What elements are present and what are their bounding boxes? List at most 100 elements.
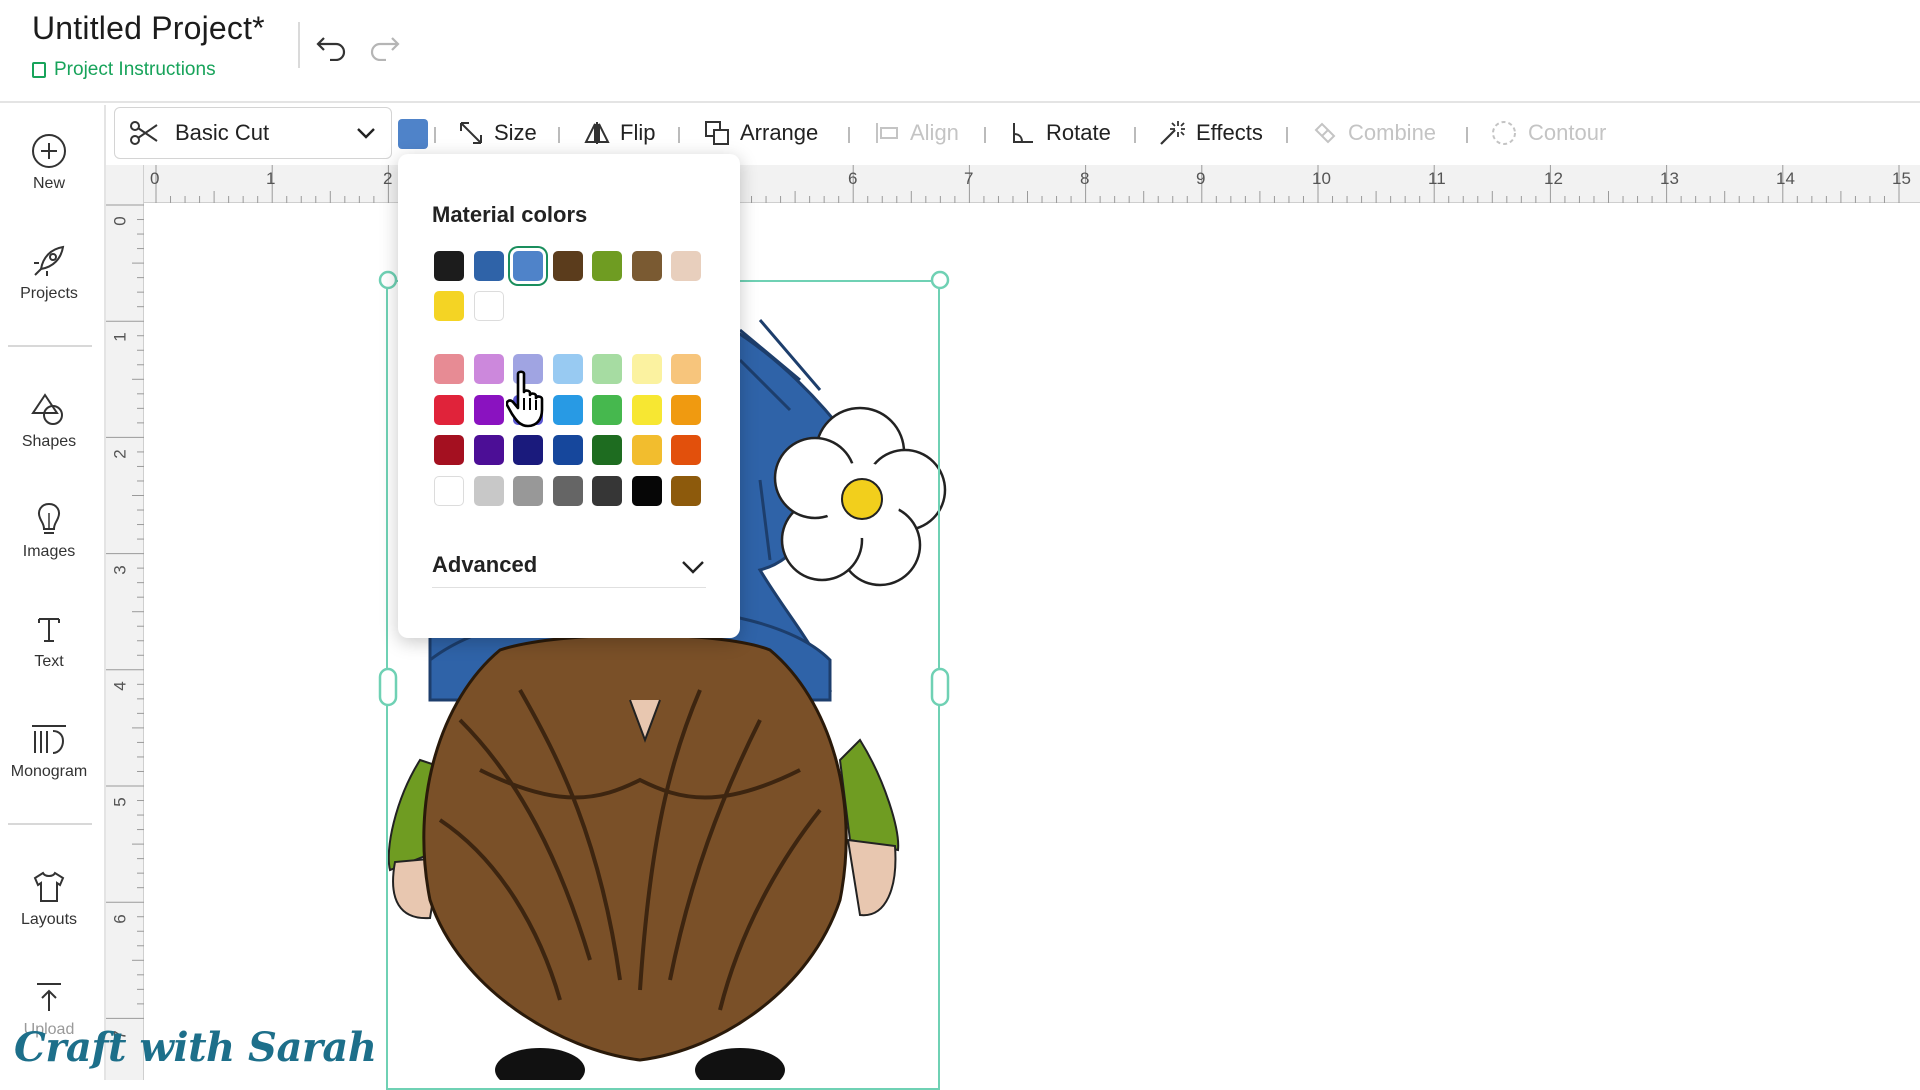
- chevron-down-icon: [682, 561, 704, 574]
- color-picker-popover: Material colors Advanced: [398, 154, 740, 638]
- palette-color-swatch[interactable]: [434, 354, 464, 384]
- undo-icon: [316, 37, 346, 61]
- ruler-label: 3: [110, 565, 130, 575]
- ruler-label: 1: [110, 332, 130, 342]
- align-button[interactable]: Align: [874, 115, 959, 151]
- lightbulb-icon: [38, 502, 60, 534]
- palette-color-swatch[interactable]: [434, 475, 464, 506]
- scissors-icon: [130, 121, 158, 145]
- sidebar-item-monogram[interactable]: Monogram: [0, 719, 98, 781]
- palette-color-swatch[interactable]: [592, 394, 622, 425]
- palette-color-swatch[interactable]: [671, 394, 701, 425]
- watermark: Craft with Sarah: [14, 1024, 377, 1071]
- combine-button[interactable]: Combine: [1312, 115, 1436, 151]
- effects-button[interactable]: Effects: [1158, 115, 1263, 151]
- palette-color-swatch[interactable]: [552, 475, 583, 506]
- palette-color-swatch[interactable]: [434, 394, 464, 425]
- project-instructions-label: Project Instructions: [54, 59, 216, 80]
- palette-color-swatch[interactable]: [473, 394, 504, 425]
- material-color-swatch[interactable]: [552, 251, 583, 281]
- project-instructions-link[interactable]: Project Instructions: [32, 59, 216, 81]
- palette-color-swatch[interactable]: [473, 475, 504, 506]
- undo-button[interactable]: [312, 28, 352, 68]
- flip-button[interactable]: Flip: [584, 115, 655, 151]
- sidebar-item-label: Monogram: [10, 763, 88, 780]
- advanced-toggle[interactable]: Advanced: [432, 552, 706, 588]
- ruler-ticks: [155, 165, 1900, 203]
- palette-color-swatch[interactable]: [671, 475, 701, 506]
- material-color-swatch[interactable]: [473, 251, 504, 281]
- project-title[interactable]: Untitled Project*: [32, 10, 265, 47]
- contour-icon: [1492, 121, 1516, 145]
- align-label: Align: [910, 120, 959, 145]
- operation-select[interactable]: Basic Cut: [114, 107, 392, 159]
- toolbar-divider: [1134, 127, 1136, 143]
- sidebar-item-images[interactable]: Images: [0, 499, 98, 561]
- combine-icon: [1314, 122, 1336, 144]
- material-color-swatch[interactable]: [592, 251, 622, 281]
- material-color-swatch[interactable]: [671, 251, 701, 281]
- sidebar-item-new[interactable]: New: [0, 131, 98, 193]
- palette-color-swatch[interactable]: [671, 354, 701, 384]
- text-icon: [38, 618, 60, 642]
- material-color-swatch[interactable]: [631, 251, 662, 281]
- arrange-button[interactable]: Arrange: [704, 115, 818, 151]
- material-color-swatch[interactable]: [434, 251, 464, 281]
- sidebar-divider: [8, 345, 92, 347]
- redo-icon: [370, 37, 400, 61]
- ruler-label: 4: [110, 681, 130, 691]
- color-swatch-button[interactable]: [398, 119, 428, 149]
- sidebar-item-layouts[interactable]: Layouts: [0, 867, 98, 929]
- sidebar-item-projects[interactable]: Projects: [0, 241, 98, 303]
- flip-label: Flip: [620, 120, 656, 145]
- redo-button[interactable]: [364, 28, 404, 68]
- ruler-label: 15: [1892, 169, 1911, 188]
- palette-color-swatch[interactable]: [513, 435, 543, 465]
- arrange-icon: [705, 121, 729, 145]
- material-color-swatch[interactable]: [473, 291, 504, 321]
- material-color-swatch[interactable]: [513, 251, 543, 281]
- palette-color-swatch[interactable]: [473, 354, 504, 384]
- sidebar-item-label: Text: [34, 653, 64, 670]
- palette-color-swatch[interactable]: [592, 475, 622, 506]
- resize-icon: [460, 122, 482, 144]
- sidebar-item-shapes[interactable]: Shapes: [0, 389, 98, 451]
- chevron-down-icon: [357, 128, 375, 139]
- palette-color-swatch[interactable]: [513, 475, 543, 506]
- ruler-label: 14: [1776, 169, 1795, 188]
- palette-color-swatch[interactable]: [592, 435, 622, 465]
- toolbar-divider: [848, 127, 850, 143]
- palette-color-swatch[interactable]: [631, 354, 662, 384]
- rotate-angle-icon: [1013, 123, 1033, 143]
- upload-icon: [37, 983, 61, 1011]
- sidebar-item-label: Shapes: [21, 433, 77, 450]
- popover-title: Material colors: [432, 202, 588, 227]
- toolbar-divider: [1466, 127, 1468, 143]
- contour-button[interactable]: Contour: [1490, 115, 1606, 151]
- flip-icon: [584, 122, 610, 144]
- sidebar-item-text[interactable]: Text: [0, 609, 98, 671]
- palette-color-swatch[interactable]: [552, 435, 583, 465]
- palette-color-swatch[interactable]: [631, 394, 662, 425]
- palette-color-swatch[interactable]: [434, 435, 464, 465]
- ruler-label: 10: [1312, 169, 1331, 188]
- combine-label: Combine: [1348, 120, 1437, 145]
- palette-color-swatch[interactable]: [473, 435, 504, 465]
- rotate-label: Rotate: [1046, 120, 1111, 145]
- toolbar-divider: [984, 127, 986, 143]
- palette-color-swatch[interactable]: [631, 435, 662, 465]
- ruler-label: 11: [1428, 169, 1446, 188]
- palette-color-swatch[interactable]: [592, 354, 622, 384]
- size-label: Size: [494, 120, 537, 145]
- palette-color-swatch[interactable]: [552, 394, 583, 425]
- toolbar-divider: [434, 127, 436, 143]
- material-color-swatch[interactable]: [434, 291, 464, 321]
- vertical-ruler: 0 1 2 3 4 5 6 7: [106, 165, 144, 1080]
- palette-color-swatch[interactable]: [671, 435, 701, 465]
- magic-wand-icon: [1160, 121, 1185, 145]
- size-button[interactable]: Size: [458, 115, 537, 151]
- rotate-button[interactable]: Rotate: [1010, 115, 1111, 151]
- left-sidebar: New Projects Shapes Images Text Monogram…: [0, 105, 106, 1080]
- palette-color-swatch[interactable]: [631, 475, 662, 506]
- palette-color-swatch[interactable]: [552, 354, 583, 384]
